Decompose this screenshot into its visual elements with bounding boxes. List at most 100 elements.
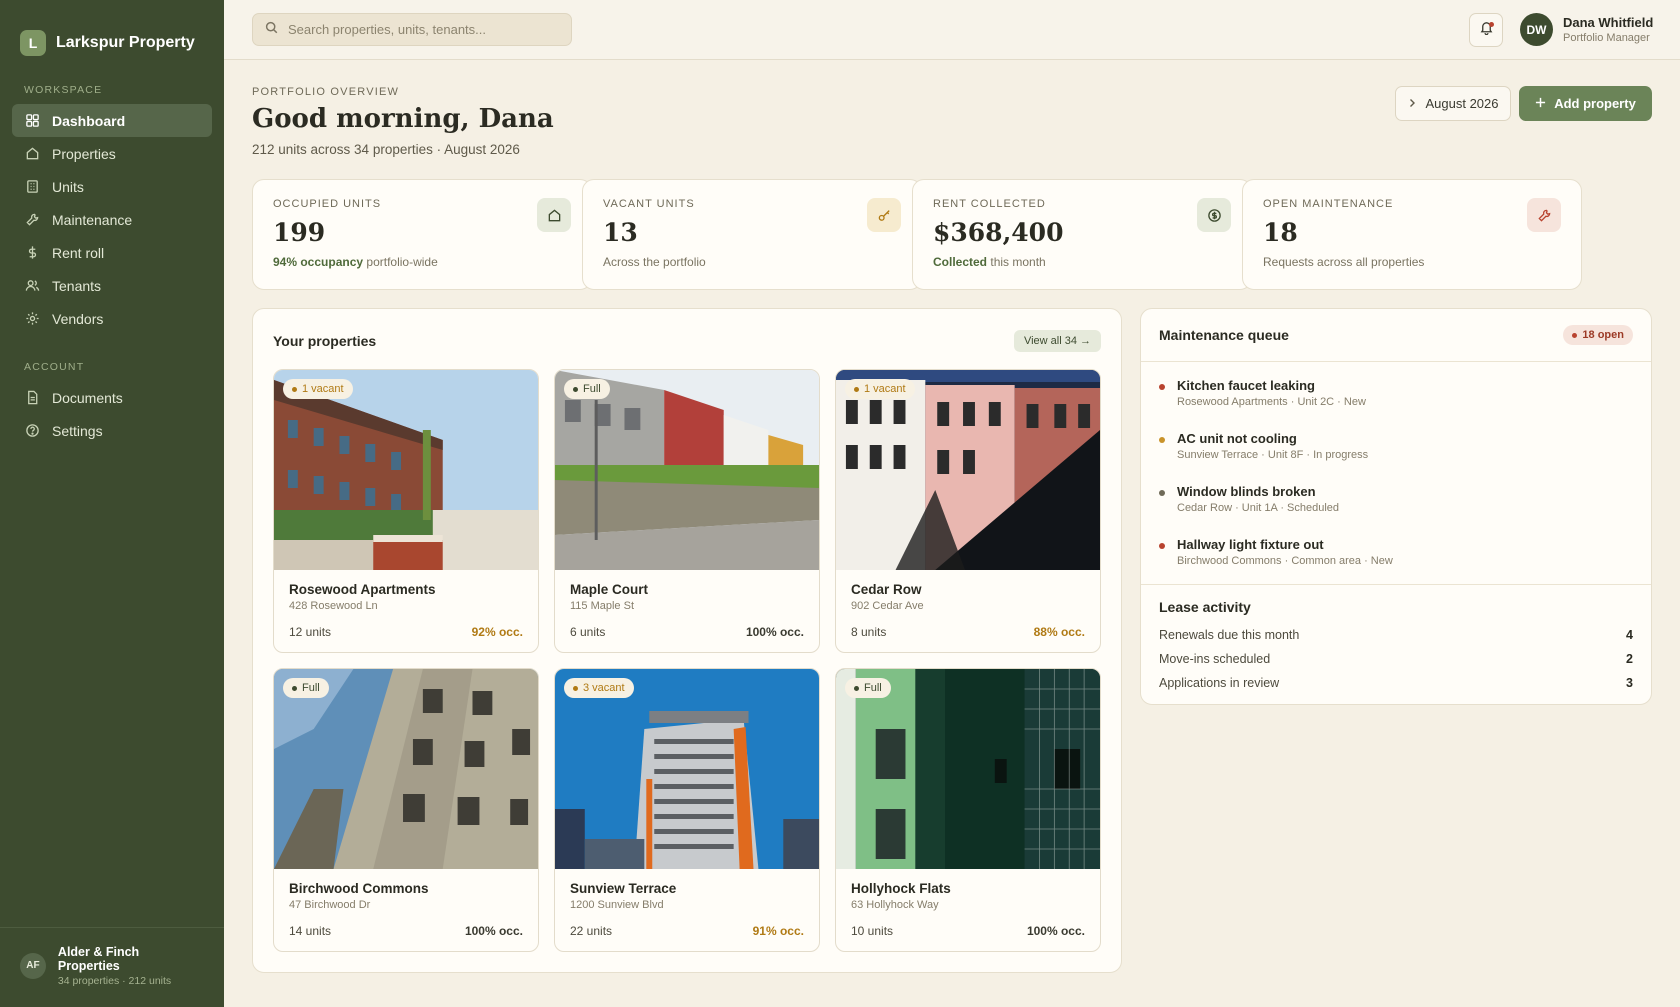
dollar-icon — [24, 245, 40, 261]
lease-activity-row[interactable]: Renewals due this month 4 — [1159, 623, 1633, 647]
sidebar-item-label: Dashboard — [52, 112, 126, 129]
status-badge: 1 vacant — [283, 379, 353, 399]
property-name: Hollyhock Flats — [851, 881, 951, 896]
status-badge-label: Full — [864, 682, 882, 694]
stat-value: 199 — [273, 218, 326, 247]
home-icon — [537, 198, 571, 232]
property-address: 902 Cedar Ave — [851, 600, 924, 612]
property-name: Rosewood Apartments — [289, 582, 436, 597]
add-property-button[interactable]: Add property — [1519, 86, 1652, 121]
org-switcher[interactable]: AF Alder & Finch Properties 34 propertie… — [0, 927, 224, 1003]
priority-dot — [1159, 543, 1165, 549]
sidebar-item-dashboard[interactable]: Dashboard — [12, 104, 212, 137]
property-address: 63 Hollyhock Way — [851, 899, 939, 911]
property-details: Cedar Row 902 Cedar Ave 8 units 88% occ. — [836, 570, 1100, 651]
property-name: Sunview Terrace — [570, 881, 677, 896]
stat-note: Collected this month — [933, 255, 1231, 269]
maintenance-request-text: AC unit not cooling Sunview Terrace · Uni… — [1177, 431, 1368, 484]
sidebar-item-documents[interactable]: Documents — [12, 381, 212, 414]
property-card[interactable]: Full Hollyhock Flats 63 Hollyhock Way 10 un… — [835, 668, 1101, 952]
property-card[interactable]: Full Birchwood Commons 47 Birchwood Dr 14 u… — [273, 668, 539, 952]
lease-activity-label: Renewals due this month — [1159, 628, 1300, 642]
maintenance-request[interactable]: Kitchen faucet leaking Rosewood Apartment… — [1159, 378, 1633, 431]
wrench-icon — [1527, 198, 1561, 232]
stat-card-occupied-units[interactable]: OCCUPIED UNITS 199 94% occupancy portfolio… — [252, 179, 592, 290]
month-picker-button[interactable]: August 2026 — [1395, 86, 1511, 121]
search-box[interactable] — [252, 13, 572, 46]
maintenance-request-meta: Rosewood Apartments · Unit 2C · New — [1177, 396, 1366, 408]
property-meta: 6 units 100% occ. — [570, 625, 804, 639]
lease-activity-label: Applications in review — [1159, 676, 1280, 690]
property-occupancy: 88% occ. — [1033, 625, 1085, 639]
document-icon — [24, 390, 40, 406]
maintenance-request-meta: Sunview Terrace · Unit 8F · In progress — [1177, 449, 1369, 461]
maintenance-request[interactable]: AC unit not cooling Sunview Terrace · Uni… — [1159, 431, 1633, 484]
search-icon — [265, 21, 278, 39]
stat-card-open-maintenance[interactable]: OPEN MAINTENANCE 18 Requests across all pr… — [1242, 179, 1582, 290]
maintenance-request-text: Hallway light fixture out Birchwood Commo… — [1177, 537, 1393, 590]
sidebar-item-rent-roll[interactable]: Rent roll — [12, 236, 212, 269]
chevron-right-icon — [1407, 96, 1417, 111]
lease-activity-title: Lease activity — [1159, 599, 1251, 615]
property-details: Maple Court 115 Maple St 6 units 100% occ. — [555, 570, 819, 651]
status-dot — [854, 386, 859, 392]
property-card[interactable]: 3 vacant Sunview Terrace 1200 Sunview Blvd… — [554, 668, 820, 952]
stat-value: 18 — [1263, 218, 1298, 247]
stat-card-vacant-units[interactable]: VACANT UNITS 13 Across the portfolio — [582, 179, 922, 290]
stat-label: OCCUPIED UNITS — [273, 198, 382, 210]
maintenance-list: Kitchen faucet leaking Rosewood Apartment… — [1141, 362, 1651, 585]
notification-dot — [1489, 22, 1494, 27]
sidebar-item-label: Vendors — [52, 310, 104, 327]
property-card[interactable]: Full Maple Court 115 Maple St 6 units 100% o… — [554, 369, 820, 653]
plus-icon — [1535, 96, 1546, 111]
property-details: Hollyhock Flats 63 Hollyhock Way 10 units 1… — [836, 869, 1100, 950]
stat-note-text: Requests across all properties — [1263, 255, 1425, 269]
sidebar-item-label: Tenants — [52, 277, 102, 294]
wrench-icon — [24, 212, 40, 228]
sidebar-item-settings[interactable]: Settings — [12, 414, 212, 447]
property-photo: 3 vacant — [555, 669, 819, 869]
property-meta: 12 units 92% occ. — [289, 625, 523, 639]
sidebar-item-units[interactable]: Units — [12, 170, 212, 203]
property-meta: 10 units 100% occ. — [851, 924, 1085, 938]
property-photo: Full — [555, 370, 819, 570]
dollar-circle-icon — [1197, 198, 1231, 232]
property-card[interactable]: 1 vacant Cedar Row 902 Cedar Ave 8 units 88%… — [835, 369, 1101, 653]
nav-section-account: ACCOUNT — [24, 361, 85, 373]
user-menu[interactable]: DW Dana Whitfield Portfolio Manager — [1520, 13, 1653, 46]
sidebar-item-label: Properties — [52, 145, 116, 162]
properties-panel: Your properties View all 34 → 1 vacant Ro… — [252, 308, 1122, 973]
notifications-button[interactable] — [1469, 13, 1503, 47]
key-icon — [867, 198, 901, 232]
property-units: 10 units — [851, 924, 894, 938]
maintenance-request[interactable]: Hallway light fixture out Birchwood Commo… — [1159, 537, 1633, 590]
brand[interactable]: L Larkspur Property — [0, 0, 224, 62]
brand-name: Larkspur Property — [56, 34, 195, 51]
stat-label: RENT COLLECTED — [933, 198, 1046, 210]
open-count-badge[interactable]: 18 open — [1563, 325, 1633, 345]
stat-value: $368,400 — [933, 218, 1064, 247]
sidebar-item-properties[interactable]: Properties — [12, 137, 212, 170]
grid-icon — [24, 113, 40, 129]
view-all-properties-button[interactable]: View all 34 → — [1013, 330, 1101, 352]
maintenance-request[interactable]: Window blinds broken Cedar Row · Unit 1A … — [1159, 484, 1633, 537]
status-badge: 1 vacant — [845, 379, 915, 399]
lease-activity-row[interactable]: Applications in review 3 — [1159, 671, 1633, 695]
property-card[interactable]: 1 vacant Rosewood Apartments 428 Rosewood … — [273, 369, 539, 653]
property-address: 1200 Sunview Blvd — [570, 899, 664, 911]
search-input[interactable] — [288, 22, 548, 37]
building-icon — [24, 179, 40, 195]
gear-icon — [24, 311, 40, 327]
maintenance-request-text: Kitchen faucet leaking Rosewood Apartment… — [1177, 378, 1366, 431]
property-units: 14 units — [289, 924, 332, 938]
lease-activity-row[interactable]: Move-ins scheduled 2 — [1159, 647, 1633, 671]
status-badge: Full — [564, 379, 610, 399]
nav-section-workspace: WORKSPACE — [24, 84, 103, 96]
stat-card-rent-collected[interactable]: RENT COLLECTED $368,400 Collected this mon… — [912, 179, 1252, 290]
property-photo: Full — [836, 669, 1100, 869]
property-meta: 14 units 100% occ. — [289, 924, 523, 938]
sidebar-item-vendors[interactable]: Vendors — [12, 302, 212, 335]
sidebar-item-maintenance[interactable]: Maintenance — [12, 203, 212, 236]
stat-note-highlight: Collected — [933, 255, 988, 269]
sidebar-item-tenants[interactable]: Tenants — [12, 269, 212, 302]
